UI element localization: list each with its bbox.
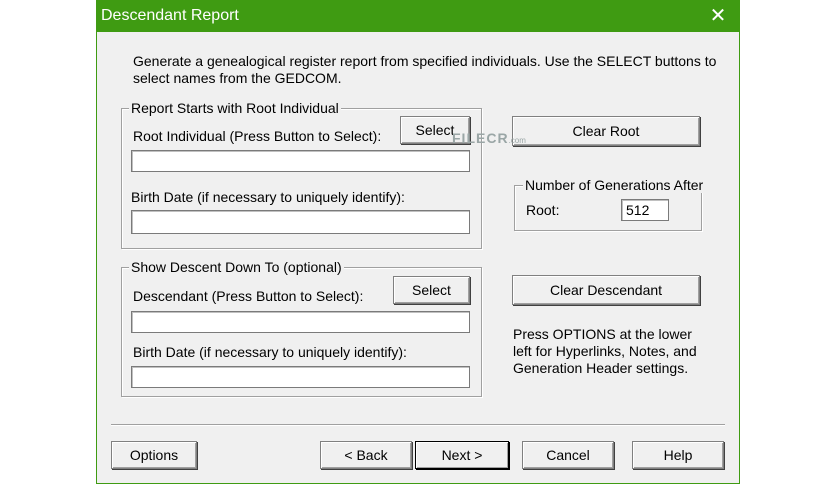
descendant-report-dialog: Descendant Report ✕ Generate a genealogi… xyxy=(96,0,740,484)
descendant-input[interactable] xyxy=(131,311,470,333)
generations-input[interactable]: 512 xyxy=(621,199,669,221)
watermark-brand: FILECR xyxy=(452,130,509,146)
clear-descendant-button-label: Clear Descendant xyxy=(549,282,663,298)
generations-label: Root: xyxy=(526,202,560,218)
descendant-birth-date-input[interactable] xyxy=(131,366,470,388)
options-button-label: Options xyxy=(129,447,179,463)
select-descendant-button[interactable]: Select xyxy=(393,276,470,304)
help-button-label: Help xyxy=(663,447,693,463)
intro-text: Generate a genealogical register report … xyxy=(133,53,717,86)
back-button-label: < Back xyxy=(344,447,388,463)
title-bar[interactable]: Descendant Report ✕ xyxy=(96,0,740,32)
dialog-body: Generate a genealogical register report … xyxy=(97,32,739,483)
options-button[interactable]: Options xyxy=(111,441,197,469)
root-birth-date-label: Birth Date (if necessary to uniquely ide… xyxy=(131,189,405,205)
root-individual-label: Root Individual (Press Button to Select)… xyxy=(133,128,382,144)
root-individual-input[interactable] xyxy=(131,150,470,172)
descent-group-legend: Show Descent Down To (optional) xyxy=(129,259,344,275)
select-descendant-button-label: Select xyxy=(412,282,451,298)
options-note: Press OPTIONS at the lower left for Hype… xyxy=(513,326,697,376)
watermark-logo: FILECR.com xyxy=(452,130,526,146)
window-title: Descendant Report xyxy=(101,7,239,24)
clear-root-button[interactable]: Clear Root xyxy=(512,116,700,146)
cancel-button-label: Cancel xyxy=(546,447,590,463)
watermark-suffix: .com xyxy=(508,136,526,145)
back-button[interactable]: < Back xyxy=(320,441,412,469)
cancel-button[interactable]: Cancel xyxy=(522,441,614,469)
descendant-birth-date-label: Birth Date (if necessary to uniquely ide… xyxy=(133,344,407,360)
root-birth-date-input[interactable] xyxy=(131,210,470,234)
next-button-label: Next > xyxy=(441,447,483,463)
close-icon[interactable]: ✕ xyxy=(706,4,730,28)
help-button[interactable]: Help xyxy=(632,441,724,469)
generations-legend: Number of Generations After xyxy=(523,177,706,193)
next-button[interactable]: Next > xyxy=(415,441,509,469)
clear-descendant-button[interactable]: Clear Descendant xyxy=(512,275,700,305)
footer-separator xyxy=(111,424,725,426)
root-group-legend: Report Starts with Root Individual xyxy=(129,100,341,116)
clear-root-button-label: Clear Root xyxy=(572,123,640,139)
descendant-label: Descendant (Press Button to Select): xyxy=(133,288,364,304)
